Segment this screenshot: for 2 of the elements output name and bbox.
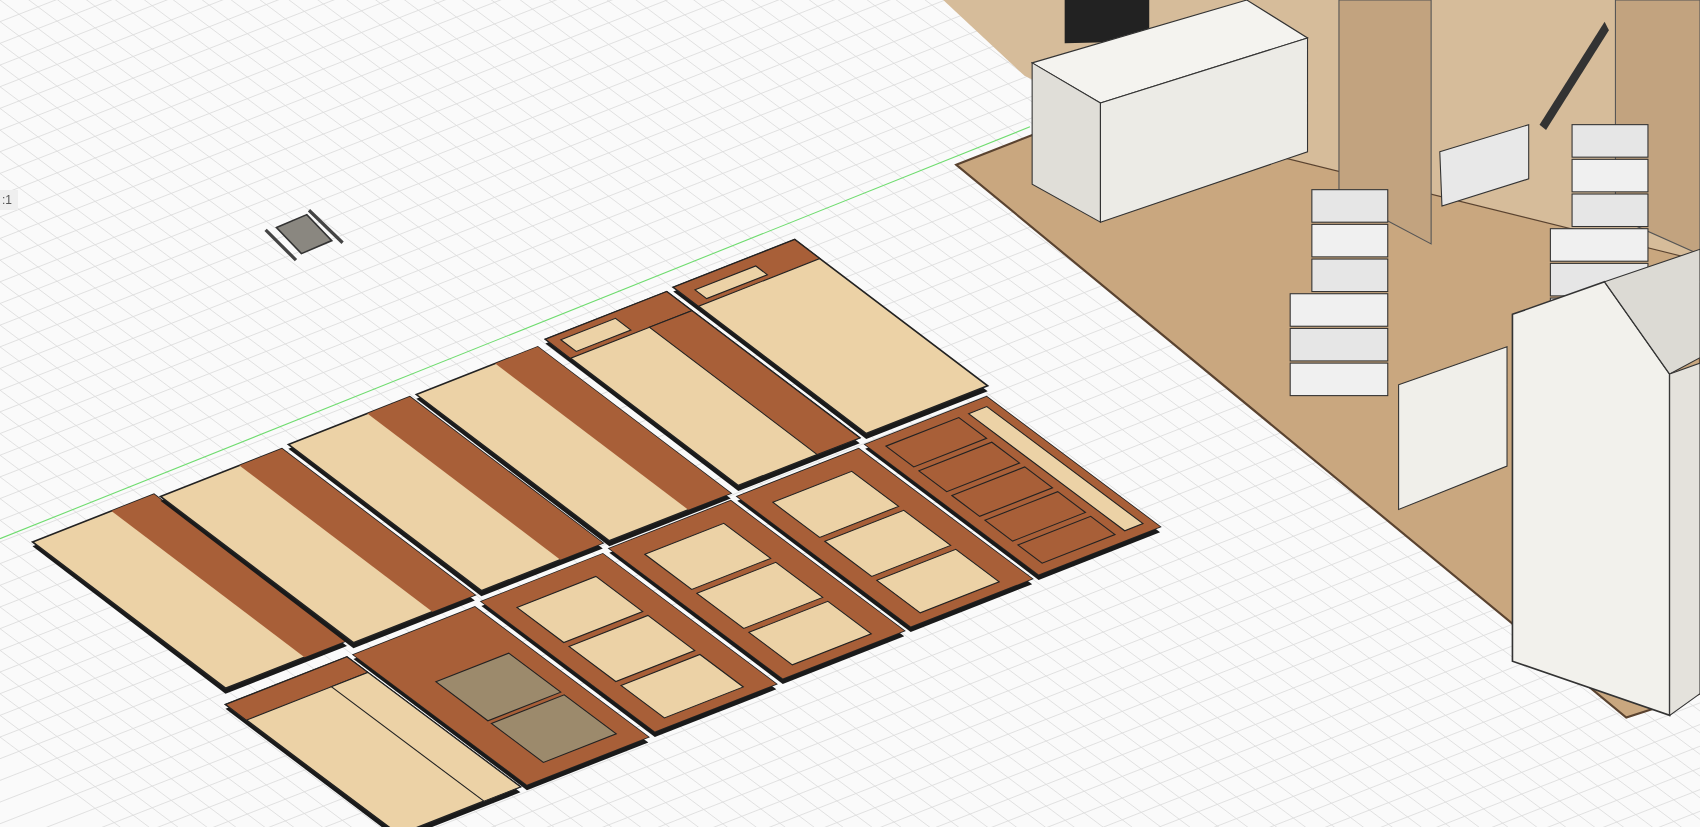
viewport-canvas[interactable]: :1 [0,0,1700,827]
scale-label: :1 [0,190,18,210]
